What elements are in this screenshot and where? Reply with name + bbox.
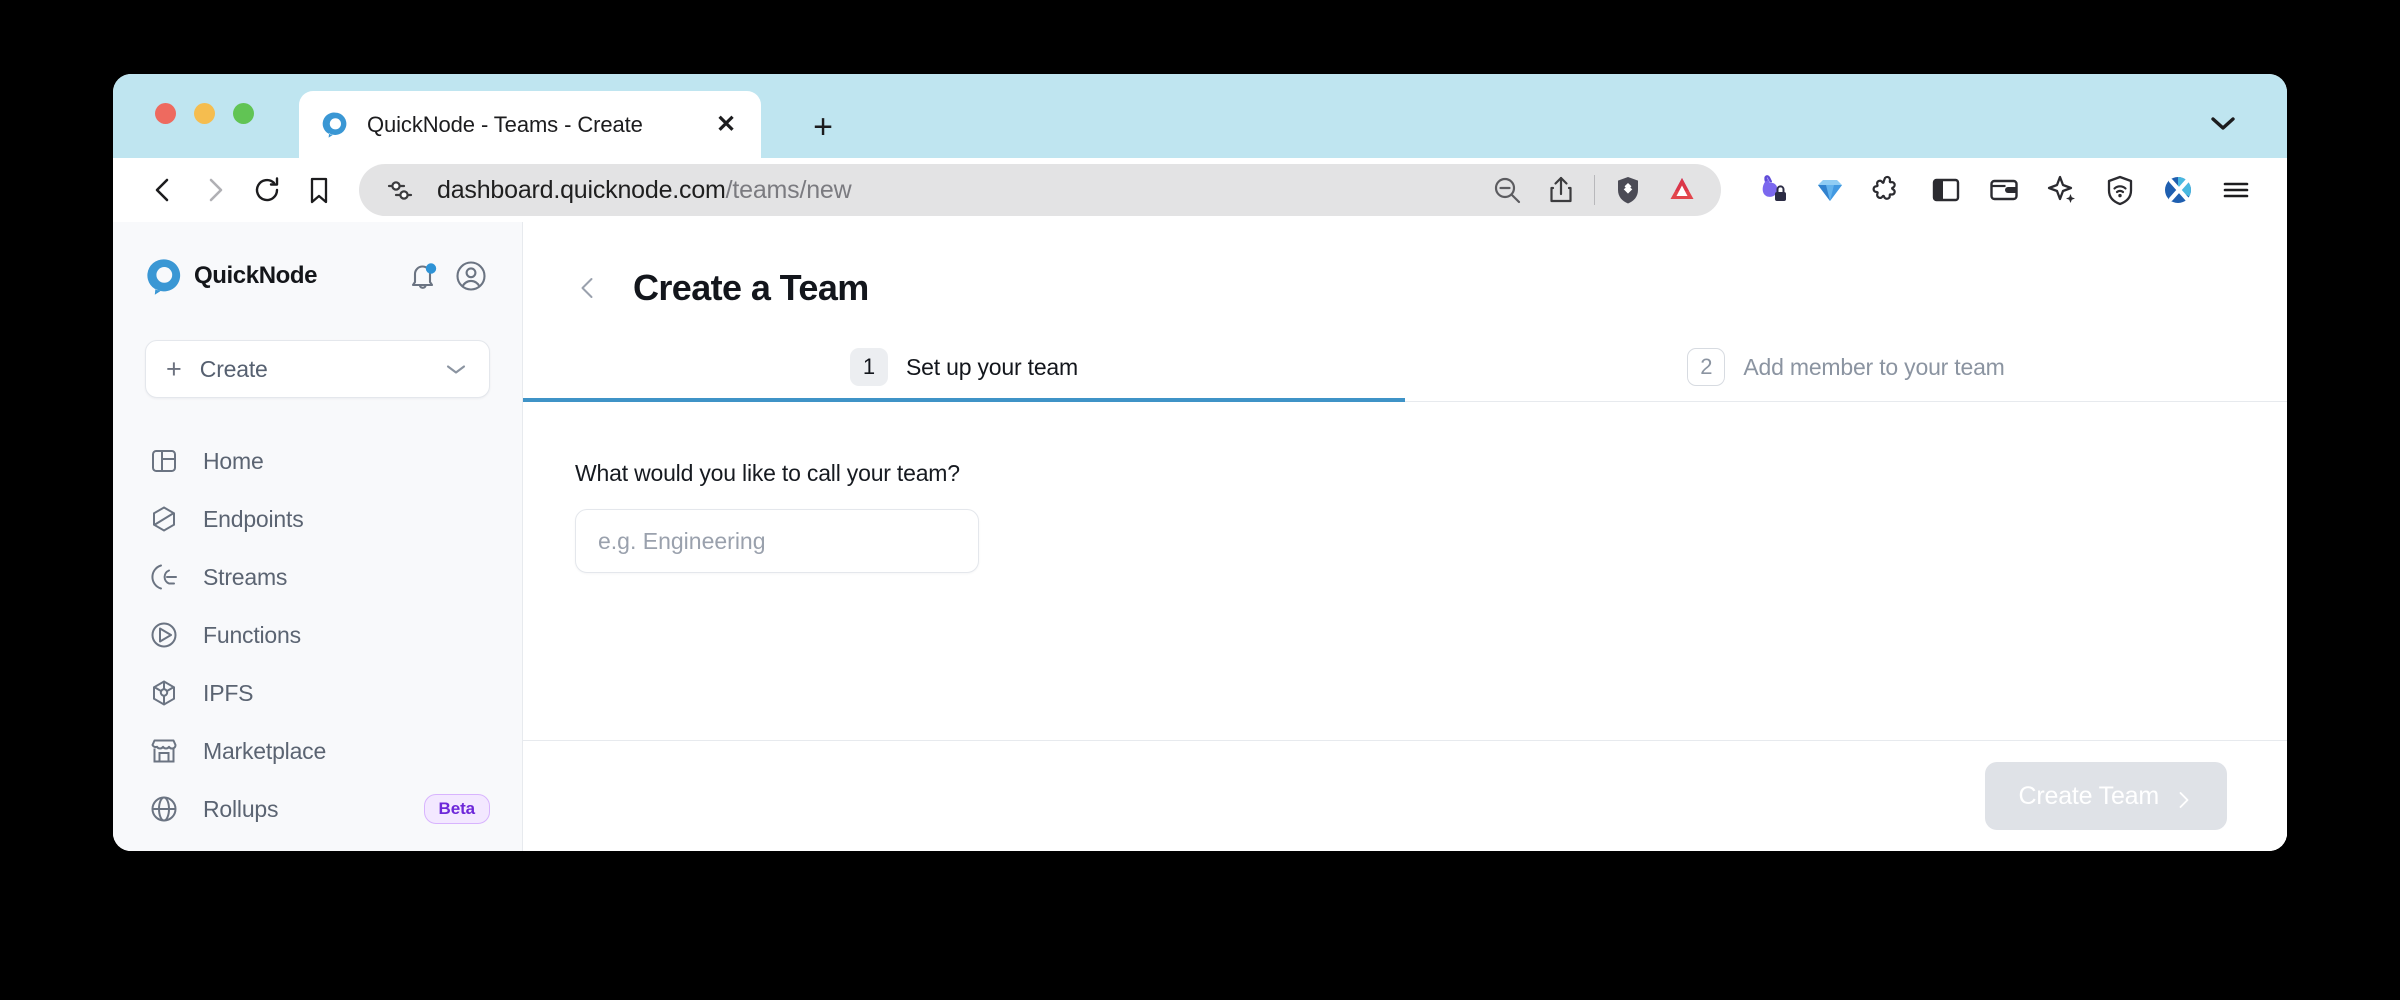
chevron-down-icon [445, 362, 467, 376]
sidebar-item-label: Rollups [203, 795, 279, 822]
url-host: dashboard.quicknode.com [437, 175, 726, 204]
step-label: Add member to your team [1743, 353, 2005, 380]
home-icon [147, 444, 181, 478]
app-sidebar: QuickNode + Create Home Endpoints Stream… [113, 222, 523, 851]
sidebar-item-functions[interactable]: Functions [113, 606, 522, 664]
tab-step-2[interactable]: 2 Add member to your team [1405, 336, 2287, 402]
minimize-window-button[interactable] [194, 103, 215, 124]
notifications-bell-icon[interactable] [406, 259, 440, 293]
sidebar-item-streams[interactable]: Streams [113, 548, 522, 606]
bookmark-icon[interactable] [293, 164, 345, 216]
create-button-label: Create [199, 355, 268, 382]
page-content: QuickNode + Create Home Endpoints Stream… [113, 222, 2287, 851]
puzzle-extensions-icon[interactable] [1859, 164, 1917, 216]
sidebar-item-label: Marketplace [203, 737, 327, 764]
toolbar-divider [1594, 175, 1595, 205]
wizard-steps: 1 Set up your team 2 Add member to your … [523, 336, 2287, 402]
hamburger-menu-icon[interactable] [2207, 164, 2265, 216]
brave-shields-icon[interactable] [1601, 166, 1655, 214]
address-bar-actions [1480, 166, 1709, 214]
x-logo-icon[interactable] [2149, 164, 2207, 216]
browser-toolbar: dashboard.quicknode.com/teams/new [113, 158, 2287, 222]
sidebar-item-label: Functions [203, 621, 301, 648]
team-setup-form: What would you like to call your team? [523, 402, 2287, 741]
step-label: Set up your team [906, 353, 1078, 380]
sidebar-item-marketplace[interactable]: Marketplace [113, 722, 522, 780]
rabbit-lock-icon[interactable] [1743, 164, 1801, 216]
gem-icon[interactable] [1801, 164, 1859, 216]
new-tab-button[interactable]: + [803, 107, 843, 147]
sidebar-item-label: Streams [203, 563, 288, 590]
create-team-button-label: Create Team [2018, 781, 2160, 810]
sidebar-item-home[interactable]: Home [113, 432, 522, 490]
sidebar-header-actions [406, 259, 488, 293]
status-badge: Beta [423, 794, 490, 824]
wallet-icon[interactable] [1975, 164, 2033, 216]
browser-window: QuickNode - Teams - Create ✕ + dashboard… [113, 74, 2287, 851]
ipfs-icon [147, 676, 181, 710]
main-content: Create a Team 1 Set up your team 2 Add m… [523, 222, 2287, 851]
sidebar-item-label: IPFS [203, 679, 254, 706]
sidebar-item-endpoints[interactable]: Endpoints [113, 490, 522, 548]
create-button[interactable]: + Create [145, 340, 490, 398]
team-name-input[interactable] [575, 509, 979, 573]
form-footer: Create Team [523, 741, 2287, 851]
quicknode-logo-icon [145, 256, 185, 296]
account-avatar-icon[interactable] [454, 259, 488, 293]
url-path: /teams/new [725, 175, 852, 204]
sidebar-header: QuickNode [113, 250, 522, 302]
sidebar-item-rollups[interactable]: Rollups Beta [113, 780, 522, 838]
chevron-right-icon [2175, 787, 2193, 808]
sidebar-brand-name: QuickNode [194, 262, 318, 289]
quicknode-q-icon [321, 110, 351, 140]
vpn-shield-icon[interactable] [2091, 164, 2149, 216]
page-title: Create a Team [633, 267, 869, 308]
forward-button[interactable] [189, 164, 241, 216]
sidebar-panel-icon[interactable] [1917, 164, 1975, 216]
streams-icon [147, 560, 181, 594]
sidebar-item-ipfs[interactable]: IPFS [113, 664, 522, 722]
plus-icon: + [166, 353, 182, 384]
site-settings-icon[interactable] [385, 175, 415, 205]
browser-tab-quicknode[interactable]: QuickNode - Teams - Create ✕ [299, 91, 761, 158]
close-window-button[interactable] [155, 103, 176, 124]
ai-sparkle-icon[interactable] [2033, 164, 2091, 216]
sidebar-nav: Home Endpoints Streams Functions IPFS Ma… [113, 432, 522, 838]
back-chevron-icon[interactable] [575, 275, 601, 301]
address-bar-text: dashboard.quicknode.com/teams/new [437, 176, 1480, 205]
share-icon[interactable] [1534, 166, 1588, 214]
step-number: 1 [850, 348, 889, 386]
bat-rewards-icon[interactable] [1655, 166, 1709, 214]
zoom-out-icon[interactable] [1480, 166, 1534, 214]
address-bar[interactable]: dashboard.quicknode.com/teams/new [359, 164, 1721, 216]
reload-icon[interactable] [241, 164, 293, 216]
zoom-window-button[interactable] [233, 103, 254, 124]
content-header: Create a Team [523, 222, 2287, 314]
browser-tab-title: QuickNode - Teams - Create [367, 111, 643, 137]
sidebar-item-label: Home [203, 447, 264, 474]
back-button[interactable] [137, 164, 189, 216]
browser-extensions [1743, 164, 2265, 216]
functions-icon [147, 618, 181, 652]
tab-step-1[interactable]: 1 Set up your team [523, 336, 1405, 402]
sidebar-item-label: Endpoints [203, 505, 304, 532]
window-traffic-lights [155, 103, 254, 124]
marketplace-icon [147, 734, 181, 768]
create-team-button[interactable]: Create Team [1984, 762, 2227, 830]
close-icon[interactable]: ✕ [713, 112, 739, 138]
team-name-label: What would you like to call your team? [575, 460, 960, 486]
step-number: 2 [1687, 348, 1726, 386]
rollups-globe-icon [147, 792, 181, 826]
chevron-down-icon[interactable] [2207, 112, 2239, 134]
endpoints-icon [147, 502, 181, 536]
tab-strip: QuickNode - Teams - Create ✕ + [113, 74, 2287, 158]
